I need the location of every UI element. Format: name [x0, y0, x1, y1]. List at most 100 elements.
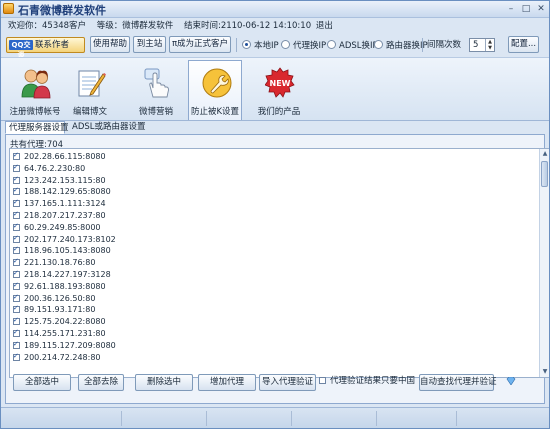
proxy-address: 125.75.204.22:8080 — [24, 317, 106, 327]
checkbox-icon[interactable] — [13, 150, 20, 161]
status-segment — [376, 411, 377, 426]
proxy-list-item[interactable]: 118.96.105.143:8080 — [13, 244, 111, 256]
checkbox-icon[interactable] — [13, 268, 20, 279]
radio-dot-icon — [374, 40, 383, 49]
checkbox-icon[interactable] — [13, 339, 20, 350]
close-button[interactable]: ✕ — [534, 3, 548, 15]
scrollbar-thumb[interactable] — [541, 161, 548, 187]
tab-proxy-settings[interactable]: 代理服务器设置 — [5, 121, 69, 134]
import-verify-button[interactable]: 导入代理验证 — [259, 374, 316, 391]
proxy-list-item[interactable]: 218.207.217.237:80 — [13, 209, 106, 221]
checkbox-icon[interactable] — [13, 351, 20, 362]
checkbox-icon[interactable] — [13, 174, 20, 185]
radio-router-ip[interactable]: 路由器换IP — [374, 40, 428, 51]
proxy-address: 118.96.105.143:8080 — [24, 246, 111, 256]
proxy-list-item[interactable]: 123.242.153.115:80 — [13, 174, 106, 186]
logout-link[interactable]: 退出 — [316, 21, 333, 31]
config-button[interactable]: 配置... — [508, 36, 539, 53]
radio-label: 本地IP — [254, 41, 279, 51]
checkbox-icon[interactable] — [13, 292, 20, 303]
radio-local-ip[interactable]: 本地IP — [242, 40, 279, 51]
account-status: 欢迎你：45348客户 等级：微博群发软件 结束时间:2110-06-12 14… — [8, 19, 341, 31]
qq-chat-icon: QQ交谈 — [9, 40, 33, 59]
proxy-list-item[interactable]: 92.61.188.193:8080 — [13, 280, 106, 292]
ribbon-label: 编辑博文 — [72, 107, 107, 117]
proxy-list-item[interactable]: 64.76.2.230:80 — [13, 162, 85, 174]
radio-dot-icon — [281, 40, 290, 49]
auto-find-verify-button[interactable]: 自动查找代理并验证 — [419, 374, 497, 391]
radio-label: ADSL换IP — [339, 41, 378, 51]
select-all-button[interactable]: 全部选中 — [13, 374, 71, 391]
level-text: 等级：微博群发软件 — [96, 21, 174, 31]
proxy-list-item[interactable]: 202.177.240.173:8102 — [13, 233, 116, 245]
stepper-arrows-icon[interactable]: ▲ ▼ — [485, 39, 494, 51]
upgrade-button[interactable]: π成为正式客户 — [169, 36, 231, 53]
qq-contact-button[interactable]: QQ交谈 联系作者 — [6, 37, 85, 59]
svg-text:NEW: NEW — [270, 79, 291, 88]
proxy-address: 123.242.153.115:80 — [24, 175, 106, 185]
proxy-address: 137.165.1.111:3124 — [24, 199, 106, 209]
proxy-address: 221.130.18.76:80 — [24, 258, 96, 268]
checkbox-icon — [319, 377, 326, 384]
proxy-list-item[interactable]: 114.255.171.231:80 — [13, 327, 106, 339]
checkbox-icon[interactable] — [13, 233, 20, 244]
ribbon-weibo-marketing[interactable]: 微博营销 — [129, 61, 183, 119]
status-segment — [291, 411, 292, 426]
proxy-list-item[interactable]: 202.28.66.115:8080 — [13, 150, 106, 162]
proxy-list-item[interactable]: 221.130.18.76:80 — [13, 256, 96, 268]
checkbox-icon[interactable] — [13, 280, 20, 291]
checkbox-icon[interactable] — [13, 244, 20, 255]
list-scrollbar[interactable]: ▲ ▼ — [539, 149, 549, 377]
interval-value: 5 — [473, 40, 479, 50]
maximize-button[interactable]: □ — [519, 3, 533, 15]
delete-selected-button[interactable]: 删除选中 — [135, 374, 193, 391]
checkbox-icon[interactable] — [13, 209, 20, 220]
proxy-address: 89.151.93.171:80 — [24, 305, 96, 315]
proxy-address: 200.214.72.248:80 — [24, 352, 101, 362]
scroll-up-icon[interactable]: ▲ — [540, 149, 549, 159]
only-china-label: 代理验证结果只要中国 — [330, 376, 416, 386]
ribbon-register-accounts[interactable]: 注册微博帐号 — [8, 61, 62, 119]
proxy-address: 188.142.129.65:8080 — [24, 187, 111, 197]
proxy-list[interactable]: ▲ ▼ 202.28.66.115:8080 64.76.2.230:80 123.… — [9, 148, 549, 378]
proxy-list-item[interactable]: 60.29.249.85:8000 — [13, 221, 101, 233]
proxy-list-item[interactable]: 200.214.72.248:80 — [13, 351, 101, 363]
checkbox-icon[interactable] — [13, 303, 20, 314]
checkbox-icon[interactable] — [13, 327, 20, 338]
proxy-list-item[interactable]: 137.165.1.111:3124 — [13, 197, 106, 209]
app-title: 石青微博群发软件 — [18, 4, 106, 17]
checkbox-icon[interactable] — [13, 197, 20, 208]
add-proxy-button[interactable]: 增加代理 — [198, 374, 256, 391]
proxy-list-item[interactable]: 188.142.129.65:8080 — [13, 185, 111, 197]
checkbox-icon[interactable] — [13, 256, 20, 267]
checkbox-icon[interactable] — [13, 315, 20, 326]
status-segment — [206, 411, 207, 426]
scroll-down-icon[interactable]: ▼ — [540, 367, 549, 377]
radio-proxy-ip[interactable]: 代理换IP — [281, 40, 326, 51]
ribbon-edit-post[interactable]: 编辑博文 — [63, 61, 117, 119]
status-segment — [121, 411, 122, 426]
interval-stepper[interactable]: 5 ▲ ▼ — [469, 38, 495, 52]
status-segment — [456, 411, 457, 426]
minimize-button[interactable]: – — [504, 3, 518, 15]
checkbox-icon[interactable] — [13, 185, 20, 196]
toolbar-divider — [422, 38, 423, 52]
help-button[interactable]: 使用帮助 — [90, 36, 130, 53]
remove-all-button[interactable]: 全部去除 — [78, 374, 124, 391]
checkbox-icon[interactable] — [13, 221, 20, 232]
proxy-address: 92.61.188.193:8080 — [24, 281, 106, 291]
proxy-list-item[interactable]: 200.36.126.50:80 — [13, 292, 95, 304]
checkbox-icon[interactable] — [13, 162, 20, 173]
proxy-list-item[interactable]: 189.115.127.209:8080 — [13, 339, 116, 351]
proxy-list-item[interactable]: 89.151.93.171:80 — [13, 303, 96, 315]
radio-adsl-ip[interactable]: ADSL换IP — [327, 40, 378, 51]
proxy-list-item[interactable]: 125.75.204.22:8080 — [13, 315, 106, 327]
tab-adsl-router-settings[interactable]: ADSL或路由器设置 — [69, 121, 146, 134]
proxy-address: 218.207.217.237:80 — [24, 211, 106, 220]
only-china-checkbox[interactable]: 代理验证结果只要中国 — [319, 376, 415, 387]
proxy-list-item[interactable]: 218.14.227.197:3128 — [13, 268, 111, 280]
ribbon-our-products[interactable]: NEW 我们的产品 — [252, 61, 306, 119]
ribbon-anti-ban-settings[interactable]: 防止被K设置 — [188, 60, 242, 120]
radio-dot-icon — [242, 40, 251, 49]
main-site-button[interactable]: 到主站 — [133, 36, 166, 53]
